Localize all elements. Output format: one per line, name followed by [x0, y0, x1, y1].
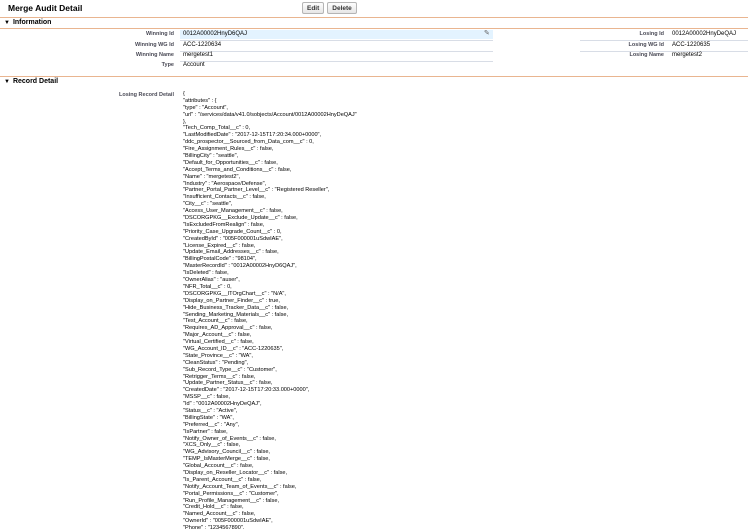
section-record-detail-title: Record Detail [12, 78, 59, 85]
section-record-detail-header[interactable]: ▼ Record Detail [0, 78, 748, 88]
section-divider [0, 28, 748, 29]
record-detail-line: "DSCORGPKG__ITOrgChart__c" : "N/A", [183, 290, 286, 297]
type-value: Account [183, 61, 205, 68]
record-detail-line: "Retrigger_Terms__c" : false, [183, 373, 256, 380]
record-detail-line: "BillingState" : "WA", [183, 414, 234, 421]
record-detail-line: "BillingPostalCode" : "98104", [183, 256, 257, 263]
record-detail-line: "Update_Email_Addresses__c" : false, [183, 249, 279, 256]
record-detail-line: "DSCORGPKG__Exclude_Update__c" : false, [183, 215, 298, 222]
record-detail-line: { [183, 91, 185, 97]
row-separator [580, 40, 748, 41]
row-separator [180, 40, 493, 41]
losing-wg-id-label: Losing WG Id [628, 42, 664, 48]
record-detail-line: "MasterRecordId" : "0012A00002HnyD6QAJ", [183, 263, 297, 270]
record-detail-line: "Global_Account__c" : false, [183, 463, 254, 470]
record-detail-line: "BillingCity" : "seattle", [183, 153, 239, 160]
losing-record-detail-label: Losing Record Detail [118, 92, 174, 98]
winning-id-value: 0012A00002HnyD6QAJ [183, 30, 248, 37]
record-detail-line: "XCS_Only__c" : false, [183, 442, 241, 449]
record-detail-line: "IsPartner" : false, [183, 428, 228, 435]
record-detail-line: "Priority_Case_Upgrade_Count__c" : 0, [183, 228, 282, 235]
winning-name-value: mergetest1 [183, 51, 214, 58]
delete-button[interactable]: Delete [327, 2, 357, 14]
record-detail-line: "Name" : "mergetest2", [183, 173, 241, 180]
type-label: Type [161, 62, 174, 68]
record-detail-line: "Tech_Comp_Total__c" : 0, [183, 125, 251, 132]
row-separator [580, 51, 748, 52]
record-detail-line: "attributes" : { [183, 97, 217, 104]
winning-wg-id-label: Winning WG Id [134, 42, 174, 48]
record-detail-line: "WG_Advisory_Council__c" : false, [183, 449, 270, 456]
record-detail-line: "MSSP__c" : false, [183, 394, 230, 401]
record-detail-line: "type" : "Account", [183, 104, 228, 111]
record-detail-line: "Credit_Hold__c" : false, [183, 504, 244, 511]
button-bar: Edit Delete [302, 2, 357, 14]
record-detail-line: "Is_Parent_Account__c" : false, [183, 476, 262, 483]
record-detail-line: "Run_Profile_Management__c" : false, [183, 497, 280, 504]
record-detail-line: "State_Province__c" : "WA", [183, 352, 253, 359]
record-detail-line: "CleanStatus" : "Pending", [183, 359, 249, 366]
record-detail-line: "Preferred__c" : "Any", [183, 421, 240, 428]
record-detail-line: "WG_Account_ID__c" : "ACC-1220635", [183, 345, 284, 352]
record-detail-line: "url" : "/services/data/v41.0/sobjects/A… [183, 111, 357, 118]
edit-button[interactable]: Edit [302, 2, 325, 14]
record-detail-line: "TEMP_IsMasterMerge__c" : false, [183, 456, 270, 463]
record-detail-line: "CreatedDate" : "2017-12-15T17:20:33.000… [183, 387, 310, 394]
record-detail-line: }, [183, 118, 187, 125]
losing-id-value: 0012A00002HnyDeQAJ [672, 30, 737, 37]
record-detail-line: "Industry" : "Aerospace/Defense", [183, 180, 267, 187]
record-detail-line: "Id" : "0012A00002HnyDeQAJ", [183, 401, 262, 408]
page-title: Merge Audit Detail [8, 3, 83, 13]
record-detail-line: "Display_on_Reseller_Locator__c" : false… [183, 469, 288, 476]
record-detail-line: "Phone" : "1234567890", [183, 525, 245, 529]
record-detail-line: "Status__c" : "Active", [183, 407, 238, 414]
winning-name-label: Winning Name [135, 52, 174, 58]
record-detail-line: "Major_Account__c" : false, [183, 332, 252, 339]
triangle-down-icon[interactable]: ▼ [4, 20, 10, 26]
winning-id-label: Winning Id [145, 31, 174, 37]
record-detail-line: "Requires_AD_Approval__c" : false, [183, 325, 273, 332]
record-detail-line: "IsExcludedFromRealign" : false, [183, 221, 265, 228]
record-detail-line: "Sending_Marketing_Materials__c" : false… [183, 311, 289, 318]
record-detail-line: "Portal_Permissions__c" : "Customer", [183, 490, 279, 497]
record-detail-line: "OwnerAlias" : "auser", [183, 277, 240, 284]
record-detail-line: "Update_Partner_Status__c" : false, [183, 380, 273, 387]
record-detail-line: "Sub_Record_Type__c" : "Customer", [183, 366, 277, 373]
record-detail-line: "Hide_Business_Tracker_Data__c" : false, [183, 304, 289, 311]
record-detail-line: "CreatedById" : "005F000001uSdwIAE", [183, 235, 283, 242]
section-divider [0, 76, 748, 77]
section-information-title: Information [12, 19, 52, 26]
row-separator [180, 51, 493, 52]
record-detail-line: "ddc_prospector__Sourced_from_Data_com__… [183, 139, 314, 146]
record-detail-line: "NFR_Total__c" : 0, [183, 283, 232, 290]
section-divider [0, 17, 748, 18]
record-detail-line: "Access_User_Management__c" : false, [183, 208, 283, 215]
merge-audit-detail-page: Merge Audit Detail Edit Delete ▼ Informat… [0, 0, 748, 529]
record-detail-line: "Default_for_Opportunities__c" : false, [183, 159, 278, 166]
record-detail-line: "Fire_Assignment_Rules__c" : false, [183, 146, 274, 153]
record-detail-line: "LastModifiedDate" : "2017-12-15T17:20:3… [183, 132, 322, 139]
record-detail-line: "Display_on_Partner_Finder__c" : true, [183, 297, 280, 304]
record-detail-line: "Test_Account__c" : false, [183, 318, 248, 325]
record-detail-line: "Named_Account__c" : false, [183, 511, 256, 518]
losing-name-value: mergetest2 [672, 51, 703, 58]
record-detail-line: "City__c" : "seattle", [183, 201, 233, 208]
record-detail-line: "OwnerId" : "005F000001uSdwIAE", [183, 518, 273, 525]
winning-wg-id-value: ACC-1220634 [183, 41, 222, 48]
losing-name-label: Losing Name [629, 52, 664, 58]
record-detail-line: "Virtual_Certified__c" : false, [183, 339, 254, 346]
row-separator [180, 61, 493, 62]
record-detail-line: "Insufficient_Contacts__c" : false, [183, 194, 266, 201]
triangle-down-icon[interactable]: ▼ [4, 79, 10, 85]
record-detail-line: "License_Expired__c" : false, [183, 242, 256, 249]
losing-id-label: Losing Id [639, 31, 664, 37]
record-detail-line: "Partner_Portal_Partner_Level__c" : "Reg… [183, 187, 330, 194]
record-detail-line: "Accept_Terms_and_Conditions__c" : false… [183, 166, 292, 173]
record-detail-line: "Notify_Account_Team_of_Events__c" : fal… [183, 483, 297, 490]
record-detail-line: "IsDeleted" : false, [183, 270, 229, 277]
losing-record-detail-value: {"attributes" : {"type" : "Account", "url… [183, 91, 603, 529]
record-detail-line: "Notify_Owner_of_Events__c" : false, [183, 435, 276, 442]
pencil-icon[interactable]: ✎ [484, 29, 490, 37]
losing-wg-id-value: ACC-1220635 [672, 41, 711, 48]
